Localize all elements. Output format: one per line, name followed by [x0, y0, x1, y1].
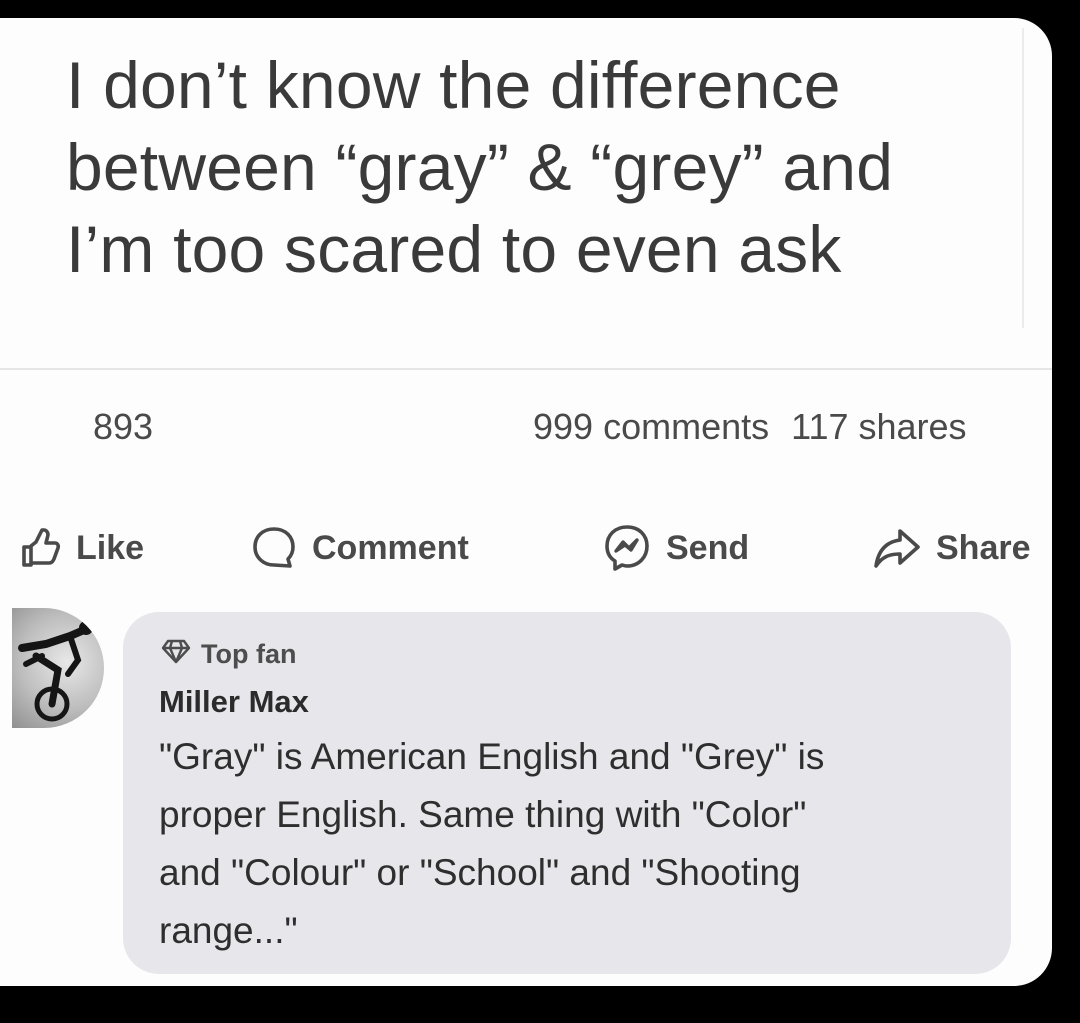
comment-text-line: "Gray" is American English and "Grey" is	[159, 736, 825, 777]
comment-text-line: and "Colour" or "School" and "Shooting	[159, 852, 801, 893]
comment-label: Comment	[312, 528, 469, 567]
badge-label: Top fan	[201, 639, 297, 669]
top-fan-badge: Top fan	[161, 638, 296, 671]
post-text-line: I’m too scared to even ask	[66, 212, 842, 286]
post-card: I don’t know the difference between “gra…	[0, 18, 1052, 986]
comment-bubble: Top fan Miller Max "Gray" is American En…	[123, 612, 1011, 974]
thumbs-up-icon	[20, 527, 62, 569]
diamond-icon	[161, 638, 191, 671]
stats-right: 999 comments 117 shares	[533, 406, 967, 448]
reactions-count[interactable]: 893	[93, 406, 153, 448]
post-text: I don’t know the difference between “gra…	[66, 44, 1026, 290]
share-arrow-icon	[872, 525, 922, 571]
post-stats: 893 999 comments 117 shares	[0, 406, 1052, 456]
share-button[interactable]: Share	[872, 508, 1031, 588]
shares-count[interactable]: 117 shares	[791, 406, 966, 447]
comment-button[interactable]: Comment	[250, 508, 469, 588]
post-divider	[0, 368, 1052, 370]
comments-count[interactable]: 999 comments	[533, 406, 769, 447]
post-text-line: between “gray” & “grey” and	[66, 130, 894, 204]
comment-text-line: range..."	[159, 910, 298, 951]
comment-text-line: proper English. Same thing with "Color"	[159, 794, 807, 835]
share-label: Share	[936, 528, 1031, 567]
like-label: Like	[76, 528, 145, 567]
speech-bubble-icon	[250, 524, 298, 572]
post-text-line: I don’t know the difference	[66, 48, 841, 122]
send-label: Send	[666, 528, 750, 567]
comment-author[interactable]: Miller Max	[159, 684, 309, 720]
like-button[interactable]: Like	[20, 508, 144, 588]
avatar[interactable]	[12, 608, 104, 728]
action-bar: Like Comment Send Share	[0, 508, 1052, 588]
avatar-bike-icon	[18, 621, 93, 722]
comment-text: "Gray" is American English and "Grey" is…	[159, 728, 989, 960]
send-button[interactable]: Send	[602, 508, 749, 588]
messenger-icon	[602, 523, 652, 573]
